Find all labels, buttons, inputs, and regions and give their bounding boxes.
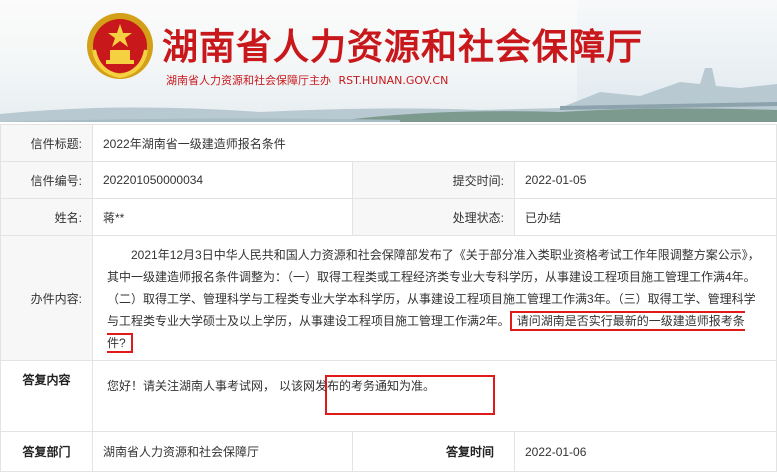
reply-dept-value: 湖南省人力资源和社会保障厅: [92, 431, 353, 472]
reply-text-highlight: 以该网发布的考务通知为准。: [279, 379, 436, 393]
number-value: 202201050000034: [92, 161, 353, 199]
letter-detail-table: 信件标题: 2022年湖南省一级建造师报名条件 信件编号: 2022010500…: [0, 124, 777, 472]
reply-label: 答复内容: [0, 360, 93, 432]
reply-text-prefix: 您好！请关注湖南人事考试网，: [107, 379, 276, 393]
row-number: 信件编号: 202201050000034 提交时间: 2022-01-05: [0, 161, 777, 199]
content-label: 办件内容:: [0, 235, 93, 361]
reply-time-label: 答复时间: [352, 431, 515, 472]
row-reply-dept: 答复部门 湖南省人力资源和社会保障厅 答复时间 2022-01-06: [0, 431, 777, 472]
status-label: 处理状态:: [352, 198, 515, 236]
reply-body: 您好！请关注湖南人事考试网， 以该网发布的考务通知为准。: [92, 360, 777, 432]
submit-time-label: 提交时间:: [352, 161, 515, 199]
row-name: 姓名: 蒋** 处理状态: 已办结: [0, 198, 777, 236]
content-body: 2021年12月3日中华人民共和国人力资源和社会保障部发布了《关于部分准入类职业…: [92, 235, 777, 361]
reply-text: 您好！请关注湖南人事考试网， 以该网发布的考务通知为准。: [107, 377, 435, 394]
city-skyline-image: [0, 68, 777, 122]
row-content: 办件内容: 2021年12月3日中华人民共和国人力资源和社会保障部发布了《关于部…: [0, 235, 777, 361]
reply-time-value: 2022-01-06: [514, 431, 777, 472]
row-reply: 答复内容 您好！请关注湖南人事考试网， 以该网发布的考务通知为准。: [0, 360, 777, 432]
status-value: 已办结: [514, 198, 777, 236]
row-title: 信件标题: 2022年湖南省一级建造师报名条件: [0, 124, 777, 162]
title-value: 2022年湖南省一级建造师报名条件: [92, 124, 777, 162]
reply-dept-label: 答复部门: [0, 431, 93, 472]
number-label: 信件编号:: [0, 161, 93, 199]
title-label: 信件标题:: [0, 124, 93, 162]
name-label: 姓名:: [0, 198, 93, 236]
submit-time-value: 2022-01-05: [514, 161, 777, 199]
site-banner: 湖南省人力资源和社会保障厅 湖南省人力资源和社会保障厅主办 RST.HUNAN.…: [0, 0, 777, 122]
name-value: 蒋**: [92, 198, 353, 236]
